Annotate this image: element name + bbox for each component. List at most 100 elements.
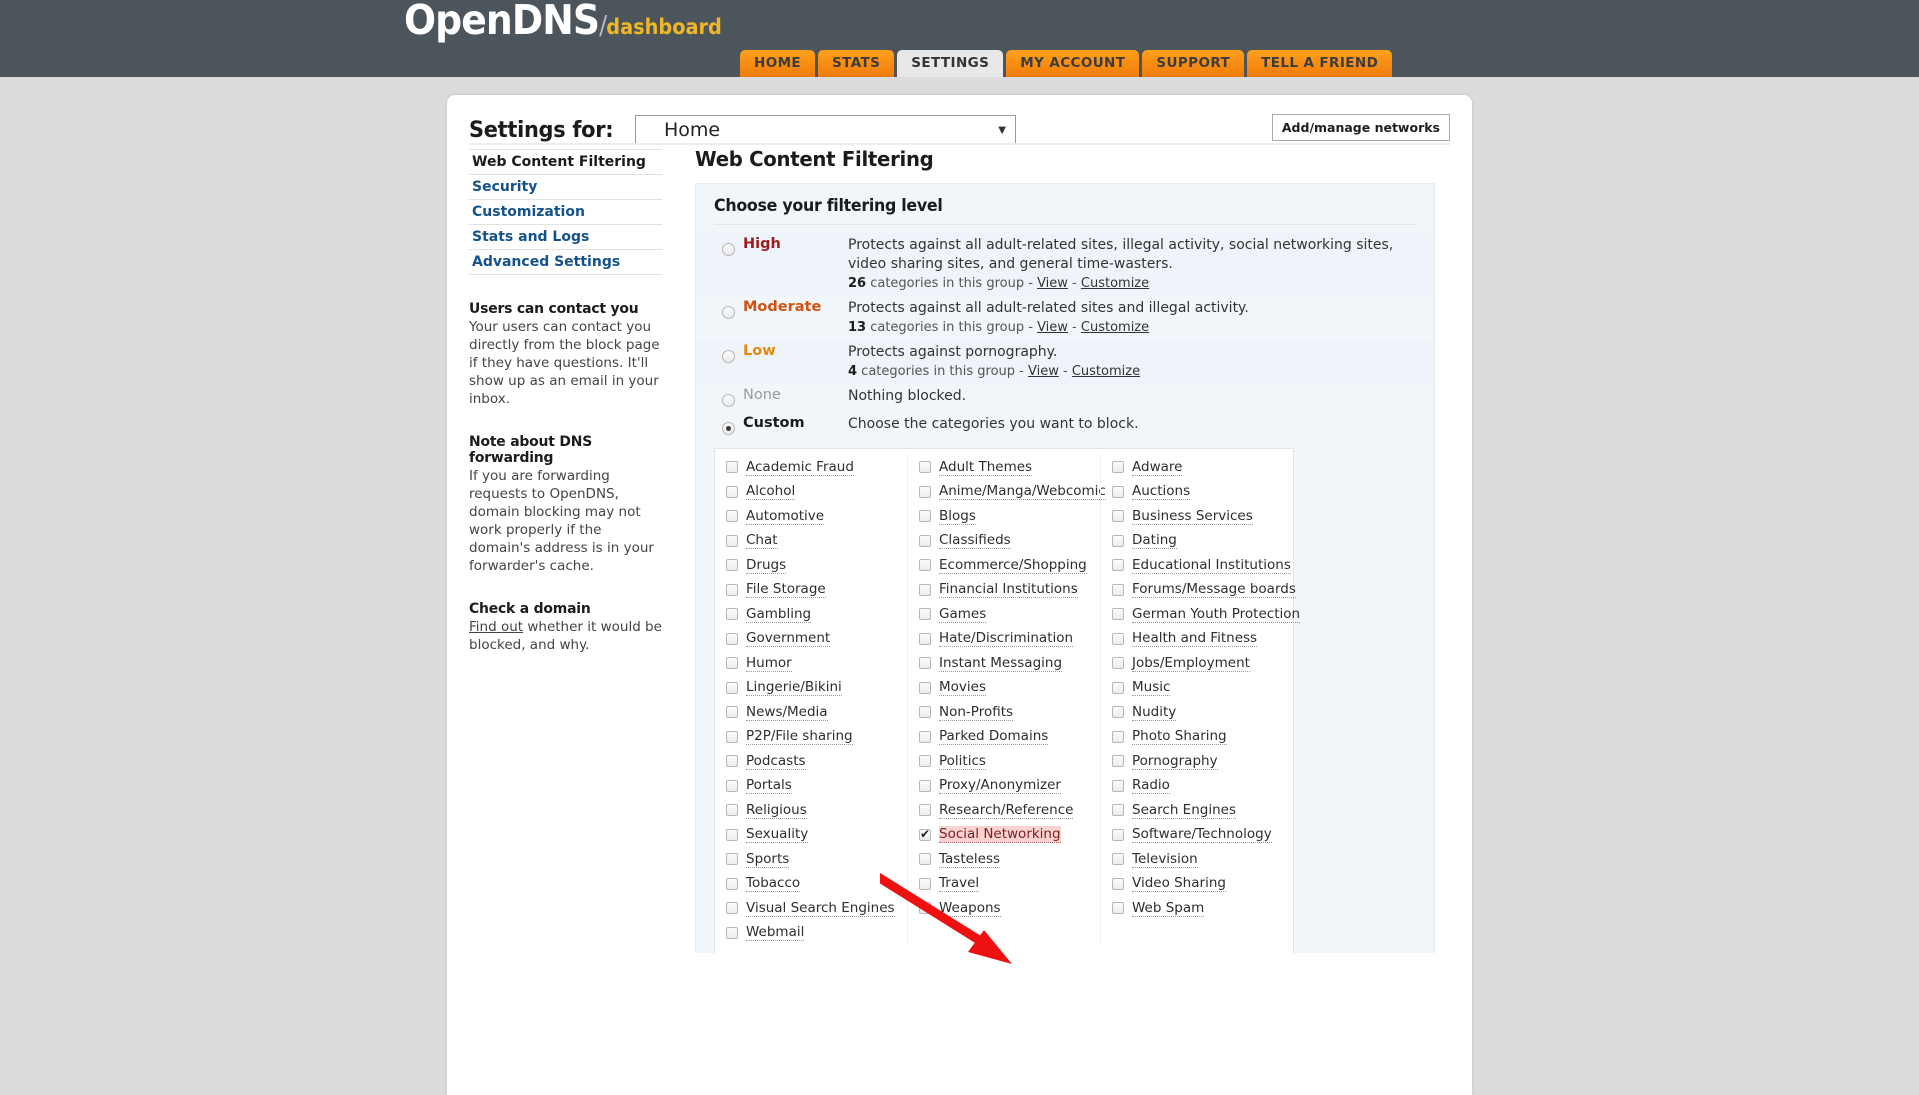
- category-row[interactable]: Automotive: [715, 504, 907, 529]
- category-checkbox[interactable]: [919, 657, 931, 670]
- category-row[interactable]: Parked Domains: [908, 725, 1100, 750]
- opendns-logo[interactable]: OpenDNS/dashboard: [404, 0, 722, 44]
- category-label[interactable]: Alcohol: [746, 483, 796, 501]
- category-checkbox[interactable]: [919, 461, 931, 474]
- category-label[interactable]: Automotive: [746, 508, 825, 525]
- category-label[interactable]: Business Services: [1132, 508, 1253, 525]
- category-label[interactable]: Forums/Message boards: [1132, 581, 1296, 599]
- category-label[interactable]: Lingerie/Bikini: [746, 679, 842, 697]
- filtering-level-custom[interactable]: Custom Choose the categories you want to…: [696, 412, 1434, 440]
- category-row[interactable]: Humor: [715, 651, 907, 676]
- category-row[interactable]: Nudity: [1101, 700, 1293, 725]
- category-checkbox[interactable]: [1112, 681, 1124, 694]
- category-label[interactable]: Photo Sharing: [1132, 728, 1227, 746]
- nav-tab-support[interactable]: SUPPORT: [1142, 50, 1245, 77]
- category-label[interactable]: File Storage: [746, 581, 826, 599]
- category-label[interactable]: Ecommerce/Shopping: [939, 557, 1087, 574]
- category-checkbox[interactable]: [726, 779, 738, 792]
- filtering-level-high[interactable]: High Protects against all adult-related …: [696, 233, 1434, 296]
- category-label[interactable]: Academic Fraud: [746, 459, 854, 476]
- category-label[interactable]: Government: [746, 630, 831, 648]
- category-checkbox[interactable]: [726, 559, 738, 572]
- nav-tab-home[interactable]: HOME: [740, 50, 816, 77]
- category-label[interactable]: Anime/Manga/Webcomic: [939, 483, 1106, 501]
- category-checkbox[interactable]: [1112, 730, 1124, 743]
- category-row[interactable]: Portals: [715, 774, 907, 799]
- category-label[interactable]: Games: [939, 606, 987, 623]
- radio-custom[interactable]: [722, 422, 735, 435]
- category-checkbox[interactable]: [726, 681, 738, 694]
- category-checkbox[interactable]: [726, 534, 738, 547]
- category-checkbox[interactable]: [919, 827, 931, 841]
- category-row[interactable]: Academic Fraud: [715, 455, 907, 480]
- category-row[interactable]: German Youth Protection: [1101, 602, 1301, 627]
- category-row[interactable]: Sexuality: [715, 823, 907, 848]
- category-row[interactable]: Drugs: [715, 553, 907, 578]
- category-row[interactable]: Dating: [1101, 529, 1293, 554]
- sidebar-item-web-content-filtering[interactable]: Web Content Filtering: [469, 149, 662, 175]
- category-row[interactable]: Non-Profits: [908, 700, 1100, 725]
- category-label[interactable]: Blogs: [939, 508, 976, 525]
- category-row[interactable]: Music: [1101, 676, 1293, 701]
- nav-tab-stats[interactable]: STATS: [818, 50, 895, 77]
- category-row[interactable]: Software/Technology: [1101, 823, 1293, 848]
- category-row[interactable]: Classifieds: [908, 529, 1100, 554]
- category-row[interactable]: Travel: [908, 872, 1100, 897]
- category-checkbox[interactable]: [726, 583, 738, 596]
- category-row[interactable]: Weapons: [908, 896, 1100, 921]
- category-label[interactable]: Search Engines: [1132, 802, 1236, 819]
- find-out-link[interactable]: Find out: [469, 619, 523, 635]
- category-row[interactable]: Movies: [908, 676, 1100, 701]
- view-link[interactable]: View: [1037, 276, 1068, 291]
- category-checkbox[interactable]: [919, 559, 931, 572]
- category-label[interactable]: Sexuality: [746, 826, 809, 844]
- category-checkbox[interactable]: [726, 461, 738, 474]
- category-row[interactable]: Politics: [908, 749, 1100, 774]
- category-label[interactable]: P2P/File sharing: [746, 728, 853, 746]
- category-row[interactable]: Radio: [1101, 774, 1293, 799]
- category-checkbox[interactable]: [919, 632, 931, 645]
- category-label[interactable]: Weapons: [939, 900, 1001, 917]
- category-checkbox[interactable]: [919, 485, 931, 498]
- category-checkbox[interactable]: [919, 902, 931, 915]
- category-checkbox[interactable]: [1112, 510, 1124, 523]
- category-label[interactable]: Podcasts: [746, 753, 806, 770]
- category-checkbox[interactable]: [726, 510, 738, 523]
- category-label[interactable]: Travel: [939, 875, 980, 893]
- radio-low[interactable]: [722, 350, 735, 363]
- category-checkbox[interactable]: [726, 877, 738, 890]
- category-checkbox[interactable]: [919, 804, 931, 817]
- category-checkbox[interactable]: [726, 828, 738, 841]
- category-row[interactable]: Podcasts: [715, 749, 907, 774]
- category-checkbox[interactable]: [919, 706, 931, 719]
- network-select[interactable]: Home ▼: [634, 115, 1016, 145]
- category-label[interactable]: Television: [1132, 851, 1198, 868]
- category-row[interactable]: P2P/File sharing: [715, 725, 907, 750]
- category-row[interactable]: Jobs/Employment: [1101, 651, 1293, 676]
- category-checkbox[interactable]: [919, 730, 931, 743]
- category-label[interactable]: Humor: [746, 655, 792, 672]
- category-checkbox[interactable]: [726, 706, 738, 719]
- category-label[interactable]: Webmail: [746, 924, 805, 942]
- category-checkbox[interactable]: [1112, 779, 1124, 792]
- category-row[interactable]: Anime/Manga/Webcomic: [908, 480, 1106, 505]
- category-label[interactable]: Health and Fitness: [1132, 630, 1258, 648]
- category-label[interactable]: Jobs/Employment: [1132, 655, 1250, 672]
- sidebar-item-stats-and-logs[interactable]: Stats and Logs: [469, 225, 662, 250]
- filtering-level-none[interactable]: None Nothing blocked.: [696, 384, 1434, 412]
- category-row[interactable]: Adult Themes: [908, 455, 1100, 480]
- category-checkbox[interactable]: [726, 485, 738, 498]
- category-row[interactable]: Educational Institutions: [1101, 553, 1293, 578]
- category-checkbox[interactable]: [1112, 583, 1124, 596]
- category-label[interactable]: Drugs: [746, 557, 787, 574]
- view-link[interactable]: View: [1028, 364, 1059, 379]
- category-checkbox[interactable]: [1112, 828, 1124, 841]
- category-checkbox[interactable]: [919, 779, 931, 792]
- category-row[interactable]: Web Spam: [1101, 896, 1293, 921]
- category-row[interactable]: Proxy/Anonymizer: [908, 774, 1100, 799]
- category-label[interactable]: Politics: [939, 753, 986, 770]
- category-label[interactable]: Software/Technology: [1132, 826, 1272, 844]
- category-row[interactable]: Games: [908, 602, 1100, 627]
- category-label[interactable]: Instant Messaging: [939, 655, 1063, 672]
- radio-none[interactable]: [722, 394, 735, 407]
